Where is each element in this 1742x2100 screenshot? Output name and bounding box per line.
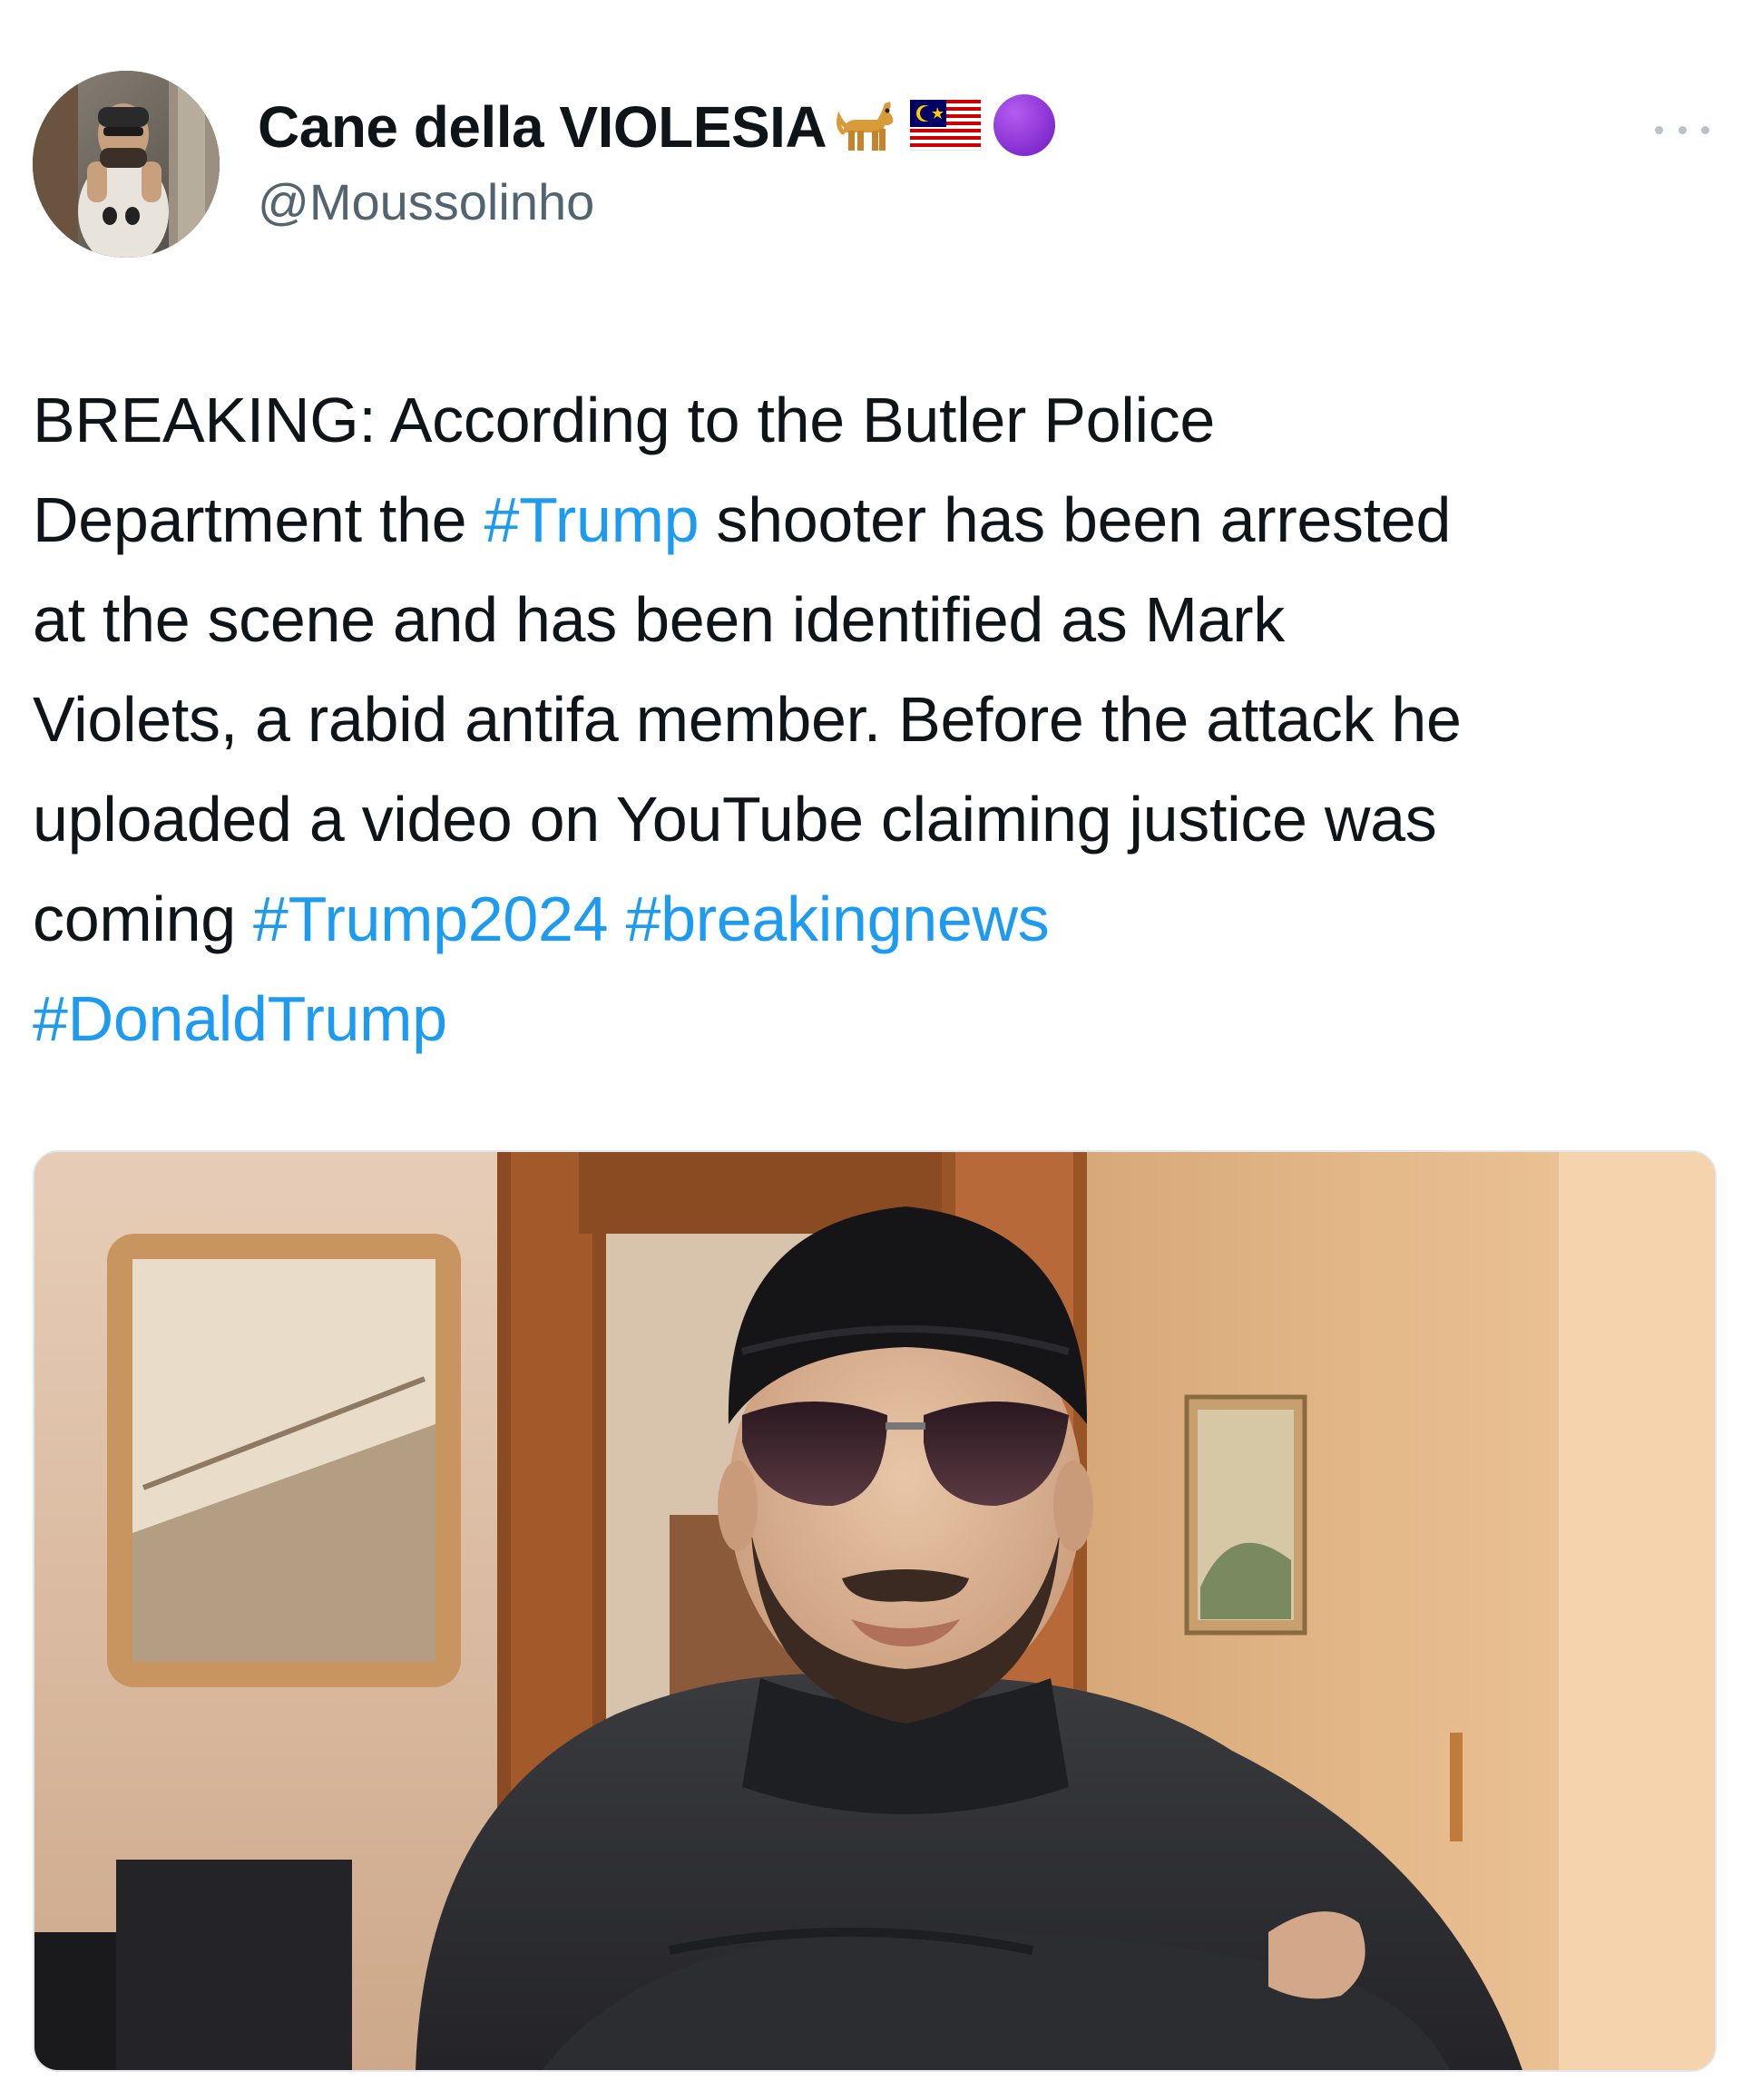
- avatar[interactable]: [33, 71, 220, 258]
- purple-circle-icon: [990, 91, 1059, 164]
- tweet-text-segment: coming: [33, 884, 254, 954]
- user-handle[interactable]: @Moussolinho: [258, 172, 594, 231]
- tweet-text-line: at the scene and has been identified as …: [33, 570, 1711, 669]
- tweet-text-segment: [608, 884, 625, 954]
- tweet-text: BREAKING: According to the Butler Police…: [33, 370, 1711, 1069]
- hashtag-link[interactable]: #breakingnews: [625, 884, 1049, 954]
- hashtag-link[interactable]: #DonaldTrump: [33, 983, 447, 1054]
- tweet-media-photo[interactable]: [33, 1150, 1717, 2072]
- more-dot-icon: [1655, 125, 1663, 134]
- tweet-text-line: uploaded a video on YouTube claiming jus…: [33, 769, 1711, 869]
- tweet-text-segment: Violets, a rabid antifa member. Before t…: [33, 684, 1462, 755]
- more-menu-button[interactable]: [1655, 116, 1709, 143]
- tweet-text-line: Violets, a rabid antifa member. Before t…: [33, 669, 1711, 769]
- more-dot-icon: [1678, 125, 1687, 134]
- tweet-text-segment: BREAKING: According to the Butler Police: [33, 385, 1216, 455]
- man-in-beanie-photo: [34, 1152, 1715, 2070]
- tweet-text-line: coming #Trump2024 #breakingnews: [33, 869, 1711, 969]
- more-dot-icon: [1701, 125, 1709, 134]
- avatar-photo: [33, 71, 220, 258]
- tweet-text-line: Department the #Trump shooter has been a…: [33, 470, 1711, 570]
- dog-emoji-icon: [836, 93, 901, 162]
- tweet-text-segment: at the scene and has been identified as …: [33, 584, 1285, 655]
- display-name[interactable]: Cane della VIOLESIA: [258, 93, 827, 161]
- malaysia-flag-icon: [909, 99, 982, 155]
- display-name-row[interactable]: Cane della VIOLESIA: [258, 91, 1059, 163]
- hashtag-link[interactable]: #Trump2024: [253, 884, 609, 954]
- tweet-text-line: #DonaldTrump: [33, 969, 1711, 1069]
- tweet-text-line: BREAKING: According to the Butler Police: [33, 370, 1711, 470]
- tweet-card: Cane della VIOLESIA @Moussolinho BREAKIN…: [0, 0, 1742, 2100]
- tweet-text-segment: Department the: [33, 484, 484, 555]
- hashtag-link[interactable]: #Trump: [484, 484, 699, 555]
- tweet-text-segment: shooter has been arrested: [699, 484, 1452, 555]
- tweet-text-segment: uploaded a video on YouTube claiming jus…: [33, 784, 1437, 855]
